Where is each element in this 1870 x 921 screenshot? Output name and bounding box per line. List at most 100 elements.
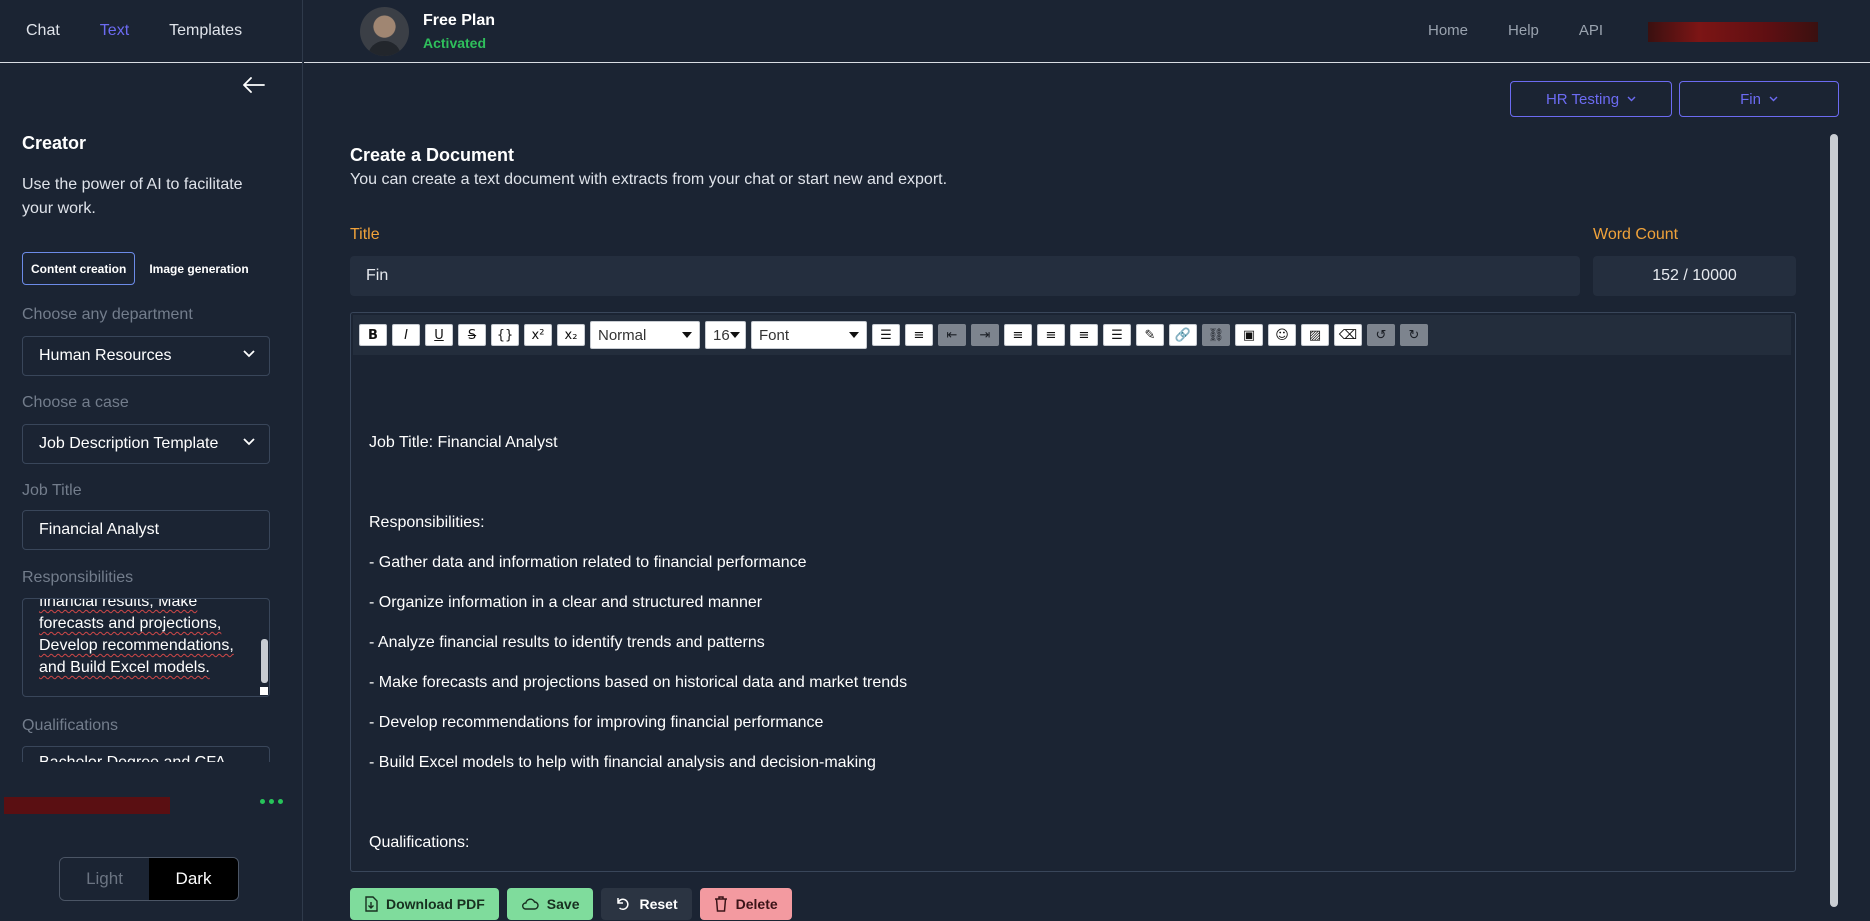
redo-icon[interactable]: ↻ bbox=[1400, 324, 1428, 346]
document-actions: Download PDF Save Reset Delete bbox=[350, 888, 792, 920]
qualifications-textarea[interactable]: Bachelor Degree and CFA bbox=[22, 746, 270, 762]
font-family-value: Font bbox=[759, 326, 790, 344]
document-dropdown-label: Fin bbox=[1740, 90, 1761, 108]
download-pdf-button[interactable]: Download PDF bbox=[350, 888, 499, 920]
theme-light-button[interactable]: Light bbox=[60, 858, 149, 900]
caret-down-icon bbox=[682, 332, 692, 338]
align-justify-icon[interactable]: ☰ bbox=[1103, 324, 1131, 346]
reset-icon bbox=[617, 898, 630, 911]
responsibilities-value: financial results, Make forecasts and pr… bbox=[39, 598, 234, 676]
download-pdf-label: Download PDF bbox=[386, 896, 485, 912]
underline-button[interactable]: U bbox=[425, 324, 453, 346]
top-nav: Home Help API bbox=[1428, 22, 1603, 39]
font-family-select[interactable]: Font bbox=[751, 321, 867, 349]
subscript-button[interactable]: x₂ bbox=[557, 324, 585, 346]
job-title-input[interactable]: Financial Analyst bbox=[22, 510, 270, 550]
tab-templates[interactable]: Templates bbox=[169, 22, 242, 40]
theme-toggle: Light Dark bbox=[59, 857, 239, 901]
rich-text-editor: B I U S {} x² x₂ Normal 16 Font ☰ ≡ ⇤ ⇥ … bbox=[350, 312, 1796, 872]
document-title-input[interactable] bbox=[350, 256, 1580, 296]
page-title: Create a Document bbox=[350, 145, 515, 165]
top-header: Free Plan Activated Home Help API bbox=[304, 0, 1870, 63]
bold-button[interactable]: B bbox=[359, 324, 387, 346]
word-count-value: 152 / 10000 bbox=[1593, 256, 1796, 296]
chevron-down-icon bbox=[243, 350, 255, 358]
content-line: - Make forecasts and projections based o… bbox=[369, 674, 908, 691]
qualifications-label: Qualifications bbox=[22, 717, 119, 734]
embedded-icon[interactable]: ▣ bbox=[1235, 324, 1263, 346]
file-icon bbox=[365, 896, 378, 912]
delete-label: Delete bbox=[735, 896, 778, 912]
editor-content[interactable]: Job Title: Financial Analyst Responsibil… bbox=[369, 433, 1769, 873]
workspace-dropdown-label: HR Testing bbox=[1545, 90, 1620, 108]
image-icon[interactable]: ▨ bbox=[1301, 324, 1329, 346]
content-line: Responsibilities: bbox=[369, 514, 485, 531]
avatar[interactable] bbox=[360, 7, 409, 56]
emoji-icon[interactable]: ☺ bbox=[1268, 324, 1296, 346]
title-label: Title bbox=[350, 226, 380, 243]
department-value: Human Resources bbox=[39, 347, 172, 364]
delete-button[interactable]: Delete bbox=[699, 888, 792, 920]
dot-icon bbox=[260, 799, 265, 804]
dot-icon bbox=[269, 799, 274, 804]
plan-status: Activated bbox=[423, 35, 487, 51]
case-select[interactable]: Job Description Template bbox=[22, 424, 270, 464]
trash-icon bbox=[714, 896, 727, 912]
nav-home[interactable]: Home bbox=[1428, 22, 1468, 39]
nav-api[interactable]: API bbox=[1579, 22, 1603, 39]
word-count-label: Word Count bbox=[1593, 226, 1679, 243]
font-size-select[interactable]: 16 bbox=[705, 321, 746, 349]
creator-description: Use the power of AI to facilitate your w… bbox=[22, 176, 243, 217]
content-line: - Organize information in a clear and st… bbox=[369, 594, 763, 611]
block-format-select[interactable]: Normal bbox=[590, 321, 700, 349]
align-right-icon[interactable]: ≡ bbox=[1070, 324, 1098, 346]
more-options-button[interactable] bbox=[260, 799, 283, 804]
content-line: - Gather data and information related to… bbox=[369, 554, 807, 571]
reset-button[interactable]: Reset bbox=[601, 888, 692, 920]
responsibilities-textarea[interactable]: financial results, Make forecasts and pr… bbox=[22, 598, 270, 697]
superscript-button[interactable]: x² bbox=[524, 324, 552, 346]
indent-icon[interactable]: ⇥ bbox=[971, 324, 999, 346]
tab-chat[interactable]: Chat bbox=[26, 22, 60, 40]
mode-tabs: Content creation Image generation bbox=[22, 252, 257, 285]
account-redacted bbox=[1648, 22, 1818, 42]
unlink-icon[interactable]: ⛓ bbox=[1202, 324, 1230, 346]
document-dropdown[interactable]: Fin bbox=[1679, 81, 1839, 117]
collapse-sidebar-button[interactable] bbox=[240, 73, 268, 97]
numbered-list-icon[interactable]: ≡ bbox=[905, 324, 933, 346]
save-button[interactable]: Save bbox=[506, 888, 594, 920]
content-line: - Develop recommendations for improving … bbox=[369, 714, 824, 731]
block-format-value: Normal bbox=[598, 326, 647, 344]
textarea-resize-handle[interactable] bbox=[260, 687, 268, 695]
textarea-scrollbar[interactable] bbox=[261, 639, 268, 683]
bullet-list-icon[interactable]: ☰ bbox=[872, 324, 900, 346]
plan-name: Free Plan bbox=[423, 12, 496, 29]
department-select[interactable]: Human Resources bbox=[22, 336, 270, 376]
code-button[interactable]: {} bbox=[491, 324, 519, 346]
eraser-icon[interactable]: ⌫ bbox=[1334, 324, 1362, 346]
user-email-redacted bbox=[4, 797, 170, 814]
undo-icon[interactable]: ↺ bbox=[1367, 324, 1395, 346]
italic-button[interactable]: I bbox=[392, 324, 420, 346]
link-icon[interactable]: 🔗 bbox=[1169, 324, 1197, 346]
chevron-down-icon bbox=[243, 438, 255, 446]
strikethrough-button[interactable]: S bbox=[458, 324, 486, 346]
job-title-value: Financial Analyst bbox=[39, 521, 160, 538]
tab-content-creation[interactable]: Content creation bbox=[22, 252, 136, 285]
color-picker-icon[interactable]: ✎ bbox=[1136, 324, 1164, 346]
align-center-icon[interactable]: ≡ bbox=[1037, 324, 1065, 346]
workspace-dropdown[interactable]: HR Testing bbox=[1510, 81, 1672, 117]
page-scrollbar-thumb[interactable] bbox=[1830, 134, 1838, 907]
chevron-down-icon bbox=[1627, 96, 1636, 102]
font-size-value: 16 bbox=[713, 326, 730, 344]
reset-label: Reset bbox=[639, 896, 678, 912]
outdent-icon[interactable]: ⇤ bbox=[938, 324, 966, 346]
arrow-left-icon bbox=[243, 77, 265, 93]
align-left-icon[interactable]: ≡ bbox=[1004, 324, 1032, 346]
theme-dark-button[interactable]: Dark bbox=[149, 858, 238, 900]
sidebar-top-tabs: Chat Text Templates bbox=[0, 0, 302, 63]
chevron-down-icon bbox=[1769, 96, 1778, 102]
tab-text[interactable]: Text bbox=[100, 22, 129, 40]
tab-image-generation[interactable]: Image generation bbox=[141, 252, 256, 285]
nav-help[interactable]: Help bbox=[1508, 22, 1539, 39]
